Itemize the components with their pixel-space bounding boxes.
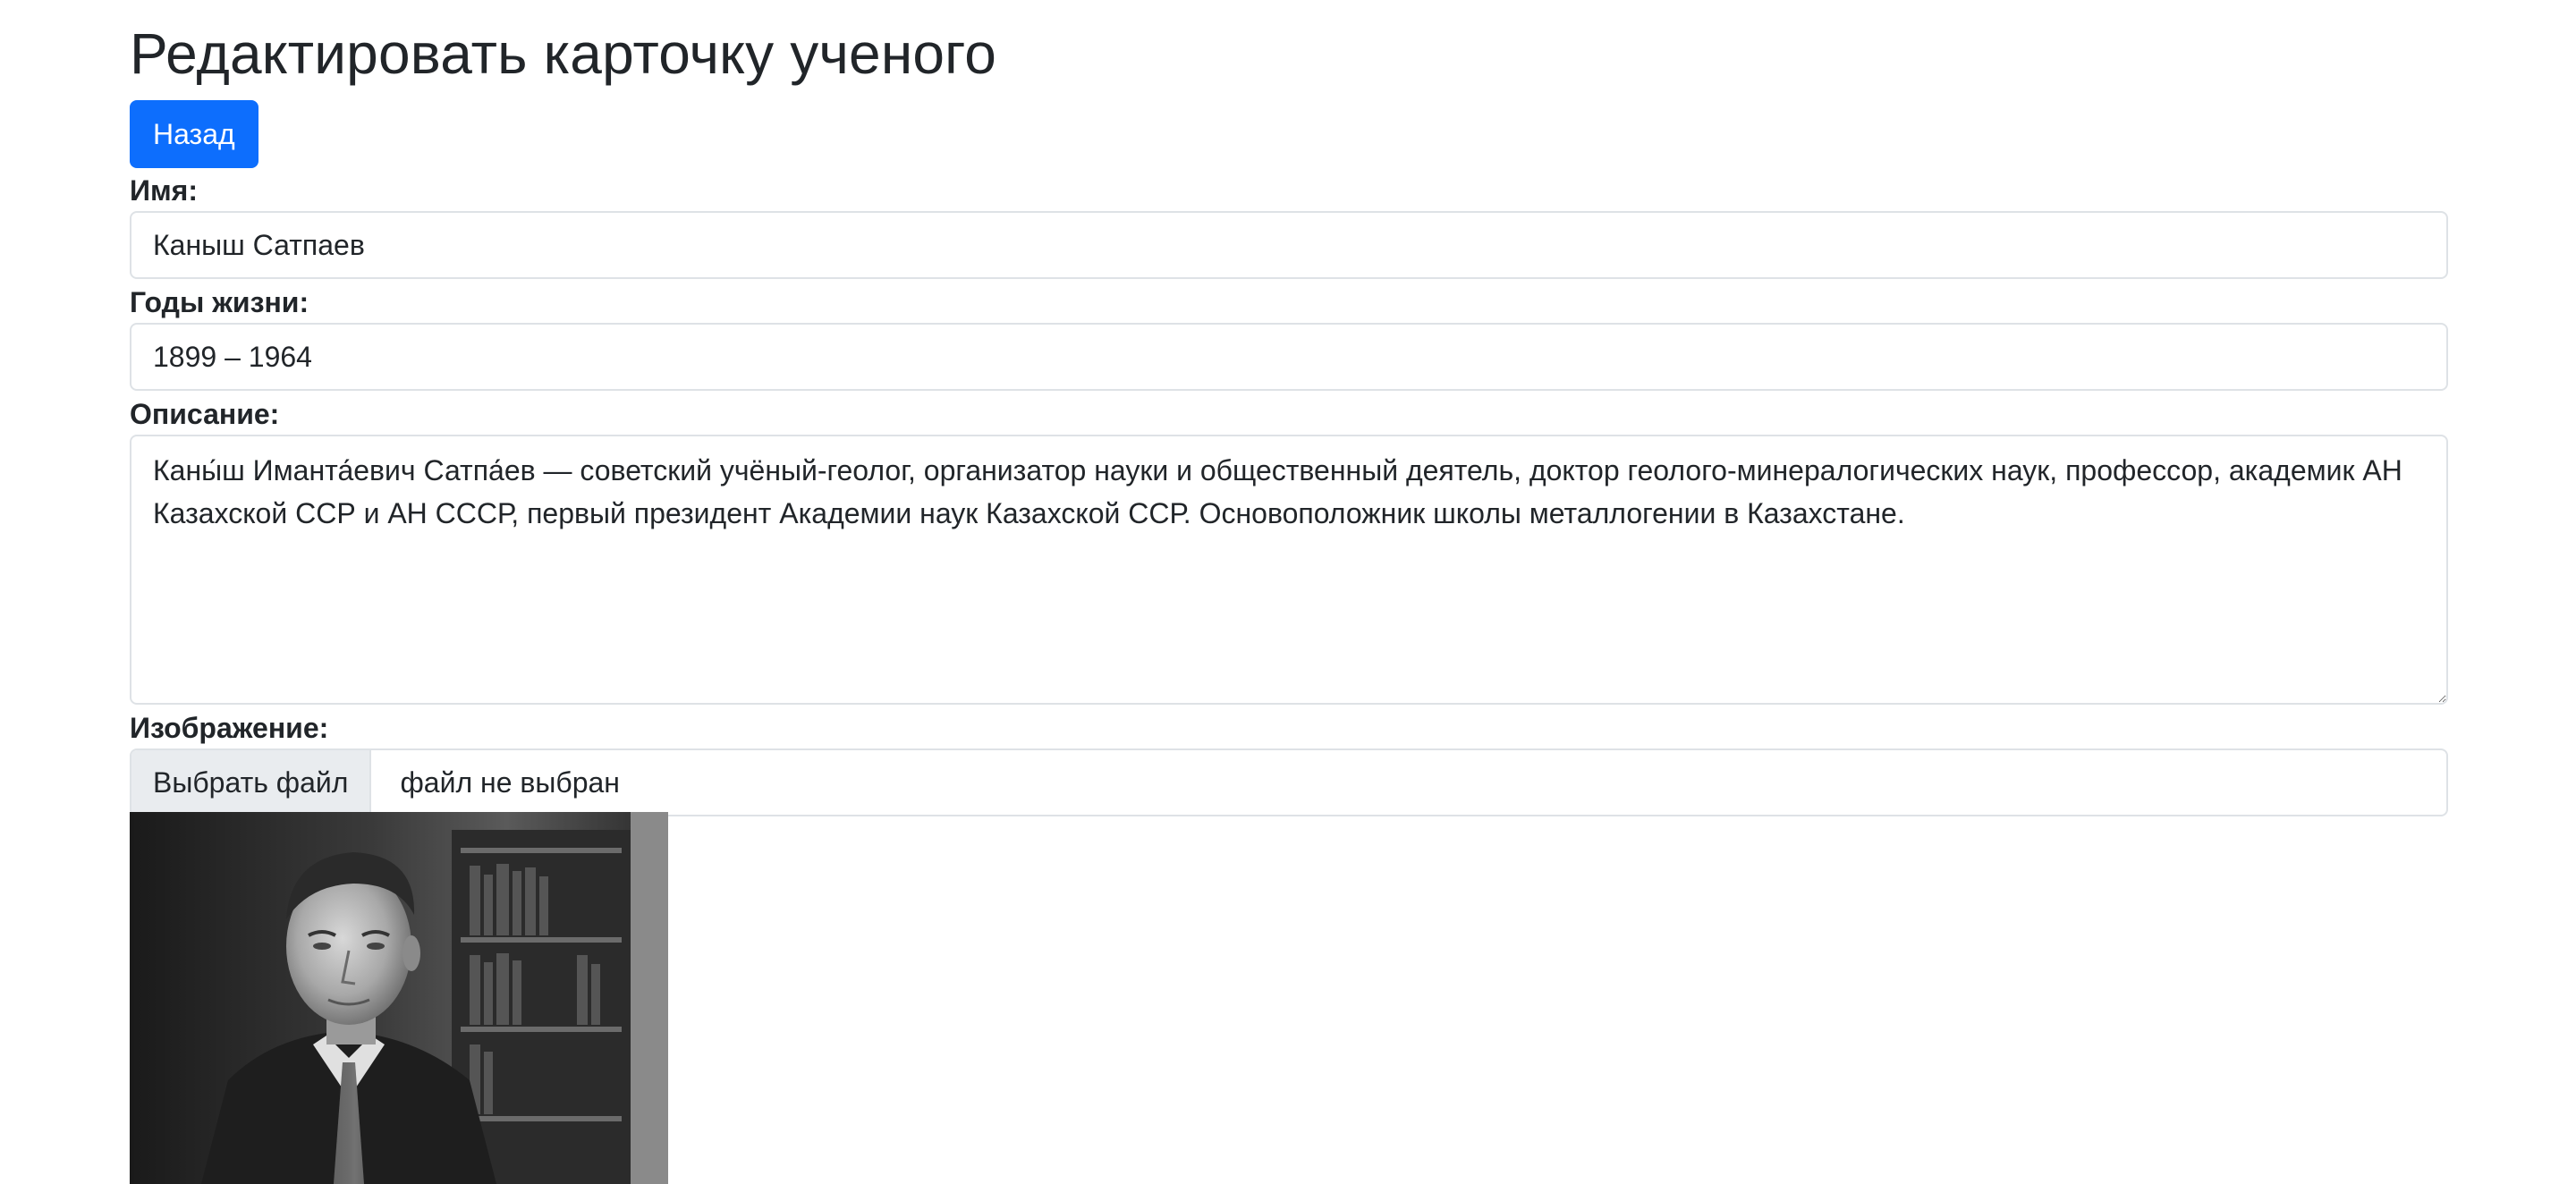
scientist-portrait-image bbox=[130, 812, 668, 1184]
image-file-input[interactable]: Выбрать файл файл не выбран bbox=[130, 748, 2448, 816]
years-input[interactable] bbox=[130, 323, 2448, 391]
choose-file-button[interactable]: Выбрать файл bbox=[131, 750, 372, 815]
description-textarea[interactable]: Каны́ш Иманта́евич Сатпа́ев — советский … bbox=[130, 435, 2448, 705]
name-input[interactable] bbox=[130, 211, 2448, 279]
name-label: Имя: bbox=[130, 174, 198, 207]
page-title: Редактировать карточку ученого bbox=[130, 21, 997, 86]
back-button[interactable]: Назад bbox=[130, 100, 258, 168]
years-label: Годы жизни: bbox=[130, 286, 309, 318]
file-status-text: файл не выбран bbox=[400, 766, 620, 799]
image-label: Изображение: bbox=[130, 712, 329, 744]
description-label: Описание: bbox=[130, 398, 280, 430]
